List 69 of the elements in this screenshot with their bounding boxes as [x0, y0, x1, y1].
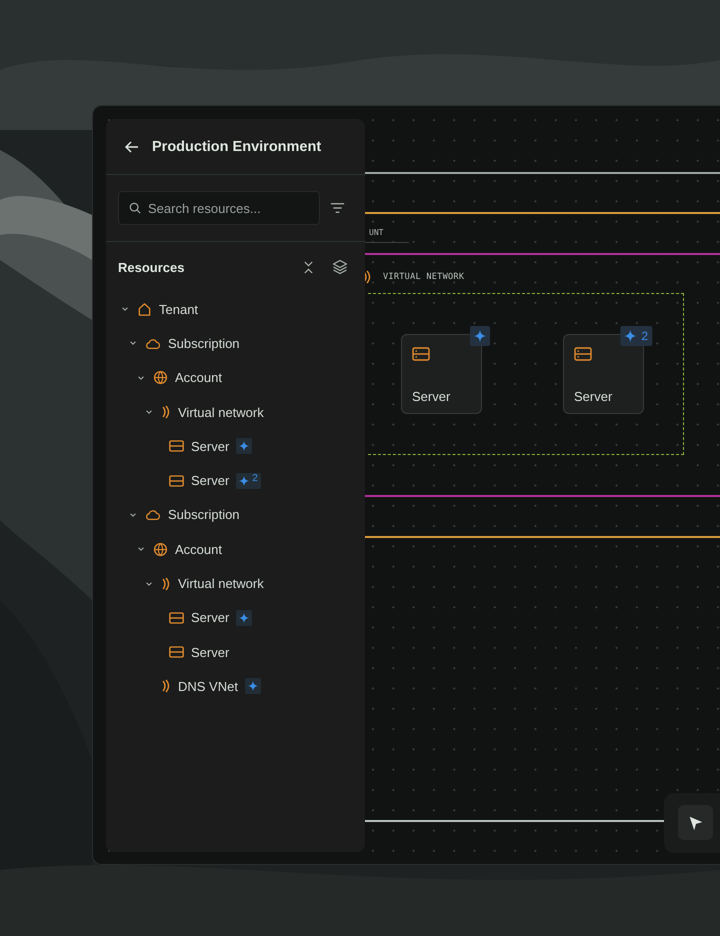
- sparkle-icon: [474, 330, 486, 342]
- back-arrow-icon[interactable]: [124, 138, 140, 154]
- sparkle-icon: [239, 612, 250, 623]
- collapse-icon[interactable]: [303, 260, 314, 274]
- server-icon: [412, 347, 430, 361]
- network-label: VIRTUAL NETWORK: [383, 272, 464, 282]
- item-label: Server: [191, 473, 230, 488]
- item-label: DNS VNet: [178, 678, 238, 694]
- tree-item[interactable]: Server: [106, 600, 365, 635]
- house-icon: [137, 302, 152, 317]
- server-icon: [574, 347, 592, 361]
- item-label: Tenant: [159, 302, 198, 317]
- tree-item[interactable]: Virtual network: [106, 566, 365, 601]
- tree-item[interactable]: Subscription: [106, 326, 365, 361]
- pointer-tool-button[interactable]: [678, 805, 713, 840]
- chevron-icon[interactable]: [121, 305, 129, 314]
- tree-item[interactable]: DNS VNet: [106, 669, 365, 704]
- chevron-icon[interactable]: [145, 408, 153, 416]
- item-label: Server: [191, 438, 230, 454]
- search-icon: [129, 202, 141, 214]
- layers-icon[interactable]: [332, 259, 348, 275]
- sparkle-icon: [624, 330, 636, 342]
- item-label: Server: [191, 644, 230, 660]
- node-label: Server: [412, 389, 450, 404]
- tree-item[interactable]: Account: [106, 532, 365, 566]
- tree-item[interactable]: Virtual network: [106, 394, 365, 430]
- node-label: Server: [574, 389, 612, 404]
- badge-count: 2: [641, 329, 648, 343]
- tree-item[interactable]: Subscription: [106, 498, 365, 532]
- signal-icon: [161, 679, 171, 694]
- tree-item[interactable]: Server: [106, 429, 365, 464]
- section-title: Resources: [118, 260, 186, 274]
- cloud-icon: [145, 336, 161, 350]
- chevron-icon[interactable]: [145, 580, 153, 588]
- server-icon: [169, 440, 184, 452]
- globe-icon: [153, 370, 168, 386]
- signal-icon: [161, 405, 171, 420]
- item-label: Subscription: [168, 336, 240, 351]
- server-icon: [169, 646, 184, 658]
- tree-item[interactable]: Tenant: [106, 292, 365, 326]
- item-label: Account: [175, 542, 222, 557]
- globe-icon: [153, 542, 168, 557]
- signal-icon: [362, 270, 372, 284]
- sparkle-icon: [248, 681, 258, 692]
- chevron-icon[interactable]: [129, 339, 137, 348]
- item-label: Server: [191, 610, 230, 626]
- badge-count: 2: [252, 473, 258, 484]
- cursor-icon: [686, 814, 704, 832]
- sparkle-icon: [239, 476, 250, 486]
- chevron-icon[interactable]: [137, 374, 145, 382]
- server-icon: [169, 612, 184, 624]
- item-label: Account: [175, 370, 222, 386]
- panel-title: Production Environment: [152, 138, 322, 154]
- account-label: UNT: [369, 228, 384, 237]
- item-label: Subscription: [168, 507, 240, 522]
- tree-item[interactable]: Server: [106, 634, 365, 670]
- tree-item[interactable]: Server 2: [106, 463, 365, 498]
- filter-icon[interactable]: [330, 202, 345, 214]
- tree-item[interactable]: Account: [106, 360, 365, 395]
- sparkle-icon: [239, 441, 250, 452]
- server-node[interactable]: Server: [401, 334, 482, 414]
- signal-icon: [161, 576, 171, 591]
- chevron-icon[interactable]: [137, 545, 145, 554]
- item-label: Virtual network: [178, 576, 264, 592]
- search-field[interactable]: Search resources...: [118, 191, 320, 225]
- server-icon: [169, 474, 184, 487]
- chevron-icon[interactable]: [129, 510, 137, 519]
- item-label: Virtual network: [178, 404, 264, 420]
- cloud-icon: [145, 508, 161, 522]
